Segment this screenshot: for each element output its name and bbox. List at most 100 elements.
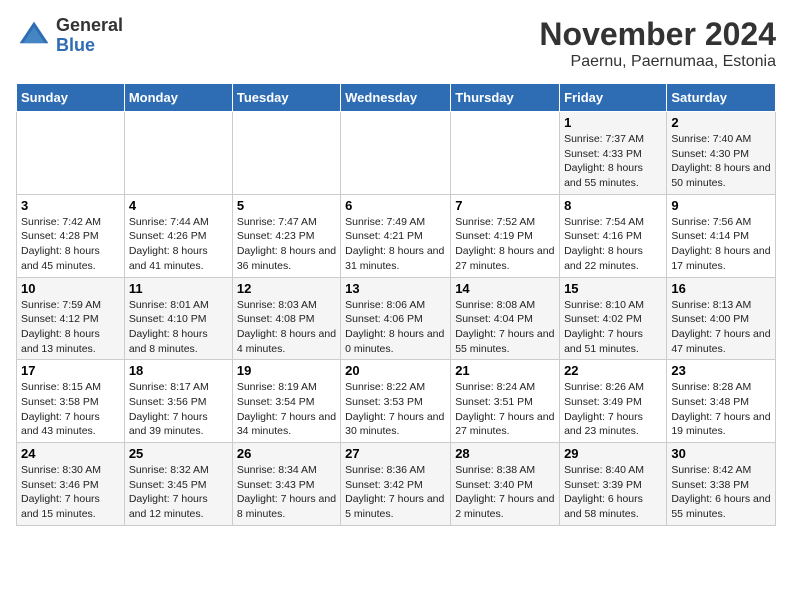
page-header: General Blue November 2024 Paernu, Paern… [16, 16, 776, 71]
calendar-cell: 15 Sunrise: 8:10 AM Sunset: 4:02 PM Dayli… [560, 277, 667, 360]
calendar-cell [17, 112, 125, 195]
day-number: 13 [345, 281, 446, 296]
calendar-cell: 9 Sunrise: 7:56 AM Sunset: 4:14 PM Daylig… [667, 194, 776, 277]
day-number: 15 [564, 281, 662, 296]
day-info: Sunrise: 7:56 AM Sunset: 4:14 PM Dayligh… [671, 215, 771, 274]
logo-icon [16, 18, 52, 54]
calendar-cell: 8 Sunrise: 7:54 AM Sunset: 4:16 PM Daylig… [560, 194, 667, 277]
weekday-header-sunday: Sunday [17, 84, 125, 112]
weekday-header-thursday: Thursday [451, 84, 560, 112]
day-number: 30 [671, 446, 771, 461]
day-info: Sunrise: 7:54 AM Sunset: 4:16 PM Dayligh… [564, 215, 662, 274]
day-info: Sunrise: 8:28 AM Sunset: 3:48 PM Dayligh… [671, 380, 771, 439]
day-info: Sunrise: 7:42 AM Sunset: 4:28 PM Dayligh… [21, 215, 120, 274]
day-number: 12 [237, 281, 336, 296]
weekday-header-row: SundayMondayTuesdayWednesdayThursdayFrid… [17, 84, 776, 112]
day-number: 5 [237, 198, 336, 213]
calendar-cell: 1 Sunrise: 7:37 AM Sunset: 4:33 PM Daylig… [560, 112, 667, 195]
day-info: Sunrise: 8:19 AM Sunset: 3:54 PM Dayligh… [237, 380, 336, 439]
day-info: Sunrise: 8:15 AM Sunset: 3:58 PM Dayligh… [21, 380, 120, 439]
calendar-cell [341, 112, 451, 195]
calendar-cell: 3 Sunrise: 7:42 AM Sunset: 4:28 PM Daylig… [17, 194, 125, 277]
day-info: Sunrise: 8:40 AM Sunset: 3:39 PM Dayligh… [564, 463, 662, 522]
calendar-cell: 22 Sunrise: 8:26 AM Sunset: 3:49 PM Dayli… [560, 360, 667, 443]
logo-blue: Blue [56, 36, 123, 56]
logo: General Blue [16, 16, 123, 56]
day-number: 7 [455, 198, 555, 213]
calendar-cell: 21Sunrise: 8:24 AM Sunset: 3:51 PM Dayli… [451, 360, 560, 443]
calendar-cell: 24 Sunrise: 8:30 AM Sunset: 3:46 PM Dayli… [17, 443, 125, 526]
calendar-cell: 23Sunrise: 8:28 AM Sunset: 3:48 PM Dayli… [667, 360, 776, 443]
calendar-cell: 19Sunrise: 8:19 AM Sunset: 3:54 PM Dayli… [232, 360, 340, 443]
day-info: Sunrise: 7:47 AM Sunset: 4:23 PM Dayligh… [237, 215, 336, 274]
day-number: 26 [237, 446, 336, 461]
weekday-header-saturday: Saturday [667, 84, 776, 112]
day-number: 27 [345, 446, 446, 461]
calendar-header: SundayMondayTuesdayWednesdayThursdayFrid… [17, 84, 776, 112]
day-number: 6 [345, 198, 446, 213]
day-number: 24 [21, 446, 120, 461]
day-info: Sunrise: 8:42 AM Sunset: 3:38 PM Dayligh… [671, 463, 771, 522]
month-title: November 2024 [539, 16, 776, 53]
weekday-header-friday: Friday [560, 84, 667, 112]
day-info: Sunrise: 8:22 AM Sunset: 3:53 PM Dayligh… [345, 380, 446, 439]
calendar-cell: 14Sunrise: 8:08 AM Sunset: 4:04 PM Dayli… [451, 277, 560, 360]
day-info: Sunrise: 8:01 AM Sunset: 4:10 PM Dayligh… [129, 298, 228, 357]
logo-general: General [56, 16, 123, 36]
day-number: 9 [671, 198, 771, 213]
calendar-week-3: 10 Sunrise: 7:59 AM Sunset: 4:12 PM Dayli… [17, 277, 776, 360]
day-info: Sunrise: 8:06 AM Sunset: 4:06 PM Dayligh… [345, 298, 446, 357]
day-number: 14 [455, 281, 555, 296]
calendar-cell: 30 Sunrise: 8:42 AM Sunset: 3:38 PM Dayli… [667, 443, 776, 526]
day-info: Sunrise: 7:52 AM Sunset: 4:19 PM Dayligh… [455, 215, 555, 274]
day-number: 8 [564, 198, 662, 213]
day-info: Sunrise: 8:34 AM Sunset: 3:43 PM Dayligh… [237, 463, 336, 522]
day-info: Sunrise: 7:49 AM Sunset: 4:21 PM Dayligh… [345, 215, 446, 274]
calendar-cell: 4Sunrise: 7:44 AM Sunset: 4:26 PM Daylig… [124, 194, 232, 277]
day-number: 2 [671, 115, 771, 130]
logo-text: General Blue [56, 16, 123, 56]
day-info: Sunrise: 8:17 AM Sunset: 3:56 PM Dayligh… [129, 380, 228, 439]
day-number: 3 [21, 198, 120, 213]
calendar-cell: 16 Sunrise: 8:13 AM Sunset: 4:00 PM Dayli… [667, 277, 776, 360]
weekday-header-wednesday: Wednesday [341, 84, 451, 112]
day-number: 16 [671, 281, 771, 296]
day-number: 29 [564, 446, 662, 461]
calendar-cell: 29 Sunrise: 8:40 AM Sunset: 3:39 PM Dayli… [560, 443, 667, 526]
calendar-cell: 6 Sunrise: 7:49 AM Sunset: 4:21 PM Daylig… [341, 194, 451, 277]
day-info: Sunrise: 8:38 AM Sunset: 3:40 PM Dayligh… [455, 463, 555, 522]
calendar-week-5: 24 Sunrise: 8:30 AM Sunset: 3:46 PM Dayli… [17, 443, 776, 526]
title-area: November 2024 Paernu, Paernumaa, Estonia [539, 16, 776, 71]
calendar-cell: 12 Sunrise: 8:03 AM Sunset: 4:08 PM Dayli… [232, 277, 340, 360]
day-number: 10 [21, 281, 120, 296]
day-info: Sunrise: 7:59 AM Sunset: 4:12 PM Dayligh… [21, 298, 120, 357]
day-number: 11 [129, 281, 228, 296]
day-info: Sunrise: 7:40 AM Sunset: 4:30 PM Dayligh… [671, 132, 771, 191]
calendar-cell: 17 Sunrise: 8:15 AM Sunset: 3:58 PM Dayli… [17, 360, 125, 443]
calendar-cell: 5 Sunrise: 7:47 AM Sunset: 4:23 PM Daylig… [232, 194, 340, 277]
calendar-cell: 10 Sunrise: 7:59 AM Sunset: 4:12 PM Dayli… [17, 277, 125, 360]
day-number: 1 [564, 115, 662, 130]
calendar-cell [451, 112, 560, 195]
calendar-cell: 7 Sunrise: 7:52 AM Sunset: 4:19 PM Daylig… [451, 194, 560, 277]
day-info: Sunrise: 8:10 AM Sunset: 4:02 PM Dayligh… [564, 298, 662, 357]
day-number: 28 [455, 446, 555, 461]
calendar-cell: 2 Sunrise: 7:40 AM Sunset: 4:30 PM Daylig… [667, 112, 776, 195]
weekday-header-monday: Monday [124, 84, 232, 112]
calendar-body: 1 Sunrise: 7:37 AM Sunset: 4:33 PM Daylig… [17, 112, 776, 526]
day-info: Sunrise: 8:03 AM Sunset: 4:08 PM Dayligh… [237, 298, 336, 357]
calendar-cell: 28 Sunrise: 8:38 AM Sunset: 3:40 PM Dayli… [451, 443, 560, 526]
calendar-cell: 20Sunrise: 8:22 AM Sunset: 3:53 PM Dayli… [341, 360, 451, 443]
day-number: 4 [129, 198, 228, 213]
calendar-week-1: 1 Sunrise: 7:37 AM Sunset: 4:33 PM Daylig… [17, 112, 776, 195]
day-number: 17 [21, 363, 120, 378]
day-info: Sunrise: 7:37 AM Sunset: 4:33 PM Dayligh… [564, 132, 662, 191]
day-number: 22 [564, 363, 662, 378]
day-info: Sunrise: 8:13 AM Sunset: 4:00 PM Dayligh… [671, 298, 771, 357]
calendar-cell [232, 112, 340, 195]
day-info: Sunrise: 8:26 AM Sunset: 3:49 PM Dayligh… [564, 380, 662, 439]
day-info: Sunrise: 8:30 AM Sunset: 3:46 PM Dayligh… [21, 463, 120, 522]
day-number: 18 [129, 363, 228, 378]
day-number: 21 [455, 363, 555, 378]
calendar-cell: 27Sunrise: 8:36 AM Sunset: 3:42 PM Dayli… [341, 443, 451, 526]
